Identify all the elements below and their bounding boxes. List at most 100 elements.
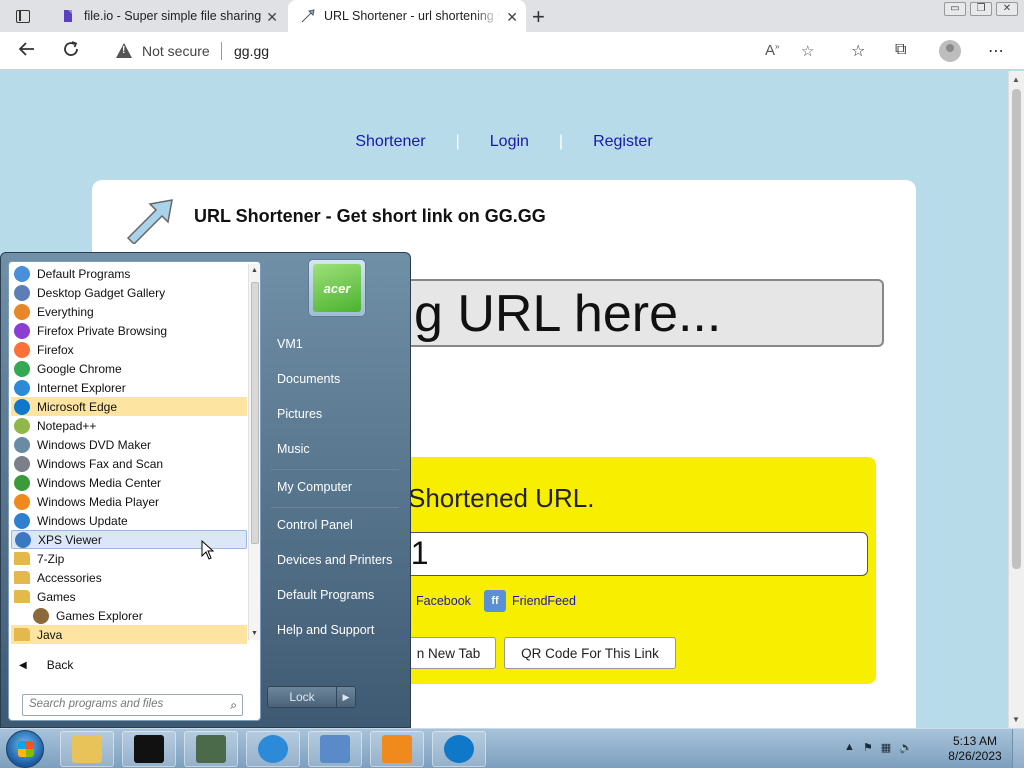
qr-code-button[interactable]: QR Code For This Link: [504, 637, 676, 669]
page-scrollbar[interactable]: ▲ ▼: [1008, 71, 1024, 728]
program-item[interactable]: Accessories: [11, 568, 247, 587]
minimize-button[interactable]: ▭: [944, 2, 966, 16]
scroll-thumb[interactable]: [251, 282, 259, 544]
program-item[interactable]: Notepad++: [11, 416, 247, 435]
program-item[interactable]: Firefox Private Browsing: [11, 321, 247, 340]
site-nav: Shortener | Login | Register: [355, 133, 653, 150]
folder-icon: [14, 628, 30, 641]
add-favorite-icon[interactable]: ☆: [801, 42, 814, 60]
program-item[interactable]: Windows Media Center: [11, 473, 247, 492]
tab-file-io[interactable]: file.io - Super simple file sharing ✕: [48, 0, 286, 32]
program-item[interactable]: Java: [11, 625, 247, 644]
link-user-folder[interactable]: VM1: [277, 337, 303, 351]
taskbar-network-monitor-button[interactable]: [184, 731, 238, 767]
programs-scrollbar[interactable]: ▲ ▼: [248, 264, 260, 640]
warning-icon[interactable]: [116, 43, 132, 58]
start-orb-button[interactable]: [6, 730, 44, 768]
share-friendfeed-link[interactable]: ff FriendFeed: [484, 590, 576, 612]
action-center-icon[interactable]: ⚑: [863, 741, 873, 754]
program-item[interactable]: Default Programs: [11, 264, 247, 283]
program-label: Google Chrome: [37, 361, 122, 376]
scroll-down-icon[interactable]: ▼: [1012, 715, 1020, 724]
tab-close-icon[interactable]: ✕: [266, 9, 278, 26]
program-item[interactable]: Desktop Gadget Gallery: [11, 283, 247, 302]
program-icon: [14, 493, 30, 510]
nav-login-link[interactable]: Login: [490, 133, 529, 150]
window-controls: ▭ ❐ ✕: [944, 2, 1018, 16]
url-text[interactable]: gg.gg: [234, 43, 269, 59]
link-documents[interactable]: Documents: [277, 372, 340, 386]
new-tab-button[interactable]: +: [532, 4, 545, 30]
show-desktop-button[interactable]: [1012, 729, 1024, 768]
taskbar-media-player-button[interactable]: [370, 731, 424, 767]
program-item[interactable]: Windows Fax and Scan: [11, 454, 247, 473]
taskbar-internet-explorer-button[interactable]: [246, 731, 300, 767]
restore-button[interactable]: ❐: [970, 2, 992, 16]
program-item[interactable]: Windows Media Player: [11, 492, 247, 511]
more-menu-icon[interactable]: ⋯: [988, 41, 1004, 61]
program-item[interactable]: Windows Update: [11, 511, 247, 530]
link-my-computer[interactable]: My Computer: [277, 480, 352, 494]
program-item[interactable]: Microsoft Edge: [11, 397, 247, 416]
network-icon[interactable]: ▦: [881, 741, 891, 754]
read-aloud-icon[interactable]: A»: [765, 42, 779, 59]
lock-button[interactable]: Lock: [267, 686, 337, 708]
program-item[interactable]: Windows DVD Maker: [11, 435, 247, 454]
scroll-up-icon[interactable]: ▲: [251, 267, 258, 274]
taskbar-microsoft-edge-button[interactable]: [432, 731, 486, 767]
program-item[interactable]: Google Chrome: [11, 359, 247, 378]
clock-time: 5:13 AM: [952, 734, 998, 748]
user-picture[interactable]: acer: [308, 259, 366, 317]
tab-url-shortener[interactable]: URL Shortener - url shortening s ✕: [288, 0, 526, 32]
back-arrow-icon[interactable]: [16, 40, 38, 62]
nav-register-link[interactable]: Register: [593, 133, 653, 150]
address-bar[interactable]: Not secure gg.gg A» ☆: [104, 36, 840, 66]
program-icon: [15, 531, 31, 548]
profile-avatar[interactable]: [939, 40, 961, 62]
tray-expand-icon[interactable]: ▲: [844, 741, 855, 754]
link-help-support[interactable]: Help and Support: [277, 623, 374, 637]
program-icon: [14, 341, 30, 358]
shutdown-options-arrow-icon[interactable]: ▶: [336, 686, 356, 708]
program-icon: [14, 265, 30, 282]
security-status[interactable]: Not secure: [142, 43, 210, 59]
tab-actions-icon[interactable]: [8, 6, 38, 26]
open-new-tab-button[interactable]: n New Tab: [402, 637, 496, 669]
scroll-down-icon[interactable]: ▼: [251, 630, 258, 637]
taskbar-remote-desktop-button[interactable]: [308, 731, 362, 767]
program-item[interactable]: Internet Explorer: [11, 378, 247, 397]
search-icon[interactable]: ⌕: [230, 698, 237, 713]
folder-icon: [14, 571, 30, 584]
program-item[interactable]: Firefox: [11, 340, 247, 359]
link-default-programs[interactable]: Default Programs: [277, 588, 374, 602]
divider: [271, 469, 399, 470]
reload-icon[interactable]: [60, 40, 82, 62]
volume-icon[interactable]: 🔈: [899, 741, 913, 754]
program-icon: [14, 398, 30, 415]
program-item[interactable]: Games: [11, 587, 247, 606]
nav-shortener-link[interactable]: Shortener: [355, 133, 425, 150]
share-facebook-link[interactable]: Facebook: [402, 590, 471, 612]
arrow-logo-icon: [122, 194, 178, 246]
back-button[interactable]: ◀ Back: [19, 658, 73, 672]
link-devices-printers[interactable]: Devices and Printers: [277, 553, 392, 567]
scroll-up-icon[interactable]: ▲: [1012, 75, 1020, 84]
start-search-input[interactable]: Search programs and files ⌕: [22, 694, 243, 716]
tab-close-icon[interactable]: ✕: [506, 9, 518, 26]
program-item[interactable]: Everything: [11, 302, 247, 321]
taskbar-7zip-button[interactable]: [122, 731, 176, 767]
media-player-icon: [382, 735, 412, 763]
program-item[interactable]: Games Explorer: [11, 606, 247, 625]
close-window-button[interactable]: ✕: [996, 2, 1018, 16]
scroll-thumb[interactable]: [1012, 89, 1021, 569]
clock[interactable]: 5:13 AM 8/26/2023: [940, 734, 1010, 764]
link-pictures[interactable]: Pictures: [277, 407, 322, 421]
favorites-icon[interactable]: ☆: [851, 41, 865, 61]
link-music[interactable]: Music: [277, 442, 310, 456]
short-url-field[interactable]: 41: [332, 532, 868, 576]
collections-icon[interactable]: ⧉: [895, 41, 906, 59]
program-label: Notepad++: [37, 418, 97, 433]
taskbar-windows-explorer-button[interactable]: [60, 731, 114, 767]
link-control-panel[interactable]: Control Panel: [277, 518, 353, 532]
page-title: URL Shortener - Get short link on GG.GG: [194, 206, 546, 226]
